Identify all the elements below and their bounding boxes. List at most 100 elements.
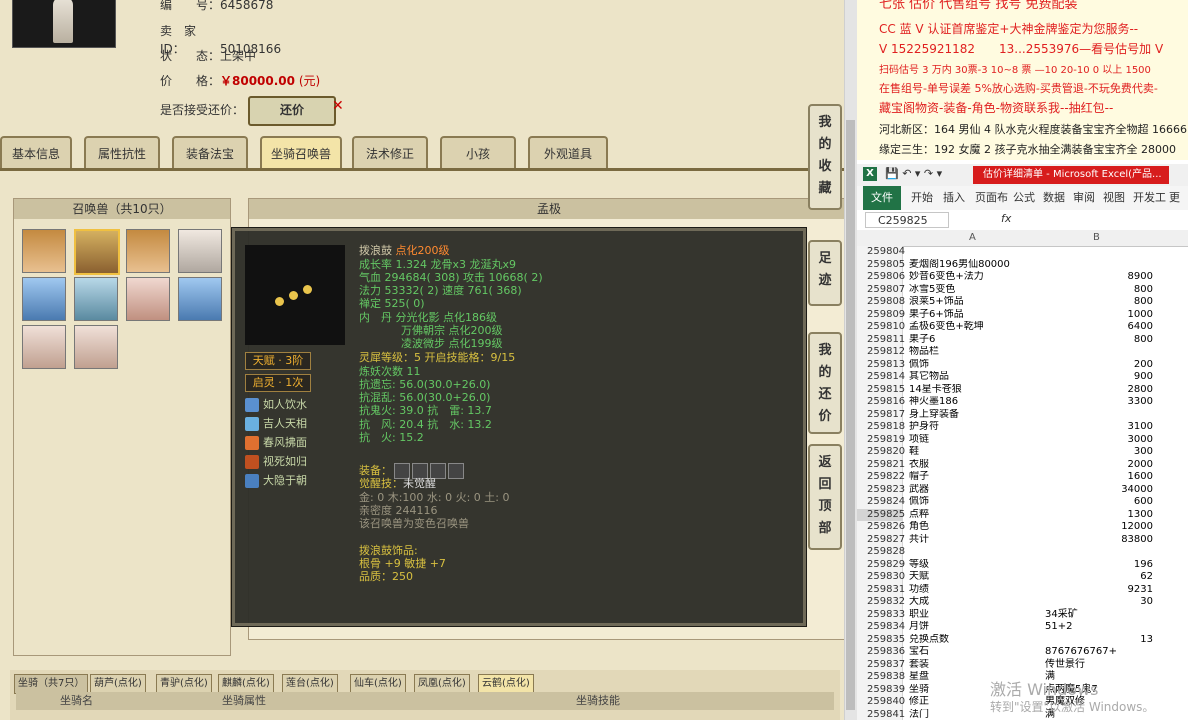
tab-attributes[interactable]: 属性抗性 (84, 136, 160, 170)
sheet-row[interactable]: 259824 佩饰 600 (857, 496, 1188, 509)
mount-tab[interactable]: 葫芦(点化) (90, 674, 146, 694)
skill-item[interactable]: 视死如归 (245, 454, 307, 470)
row-number[interactable]: 259808 (857, 296, 905, 309)
pet-thumb[interactable] (74, 325, 118, 369)
sheet-row[interactable]: 259805 麦烟阁196男仙80000 (857, 258, 1188, 271)
sheet-row[interactable]: 259815 14星卡苍狼 2800 (857, 383, 1188, 396)
sheet-row[interactable]: 259806 妙音6变色+法力 8900 (857, 271, 1188, 284)
pet-thumb[interactable] (22, 229, 66, 273)
cell-b[interactable]: 300 (1043, 446, 1153, 458)
row-number[interactable]: 259812 (857, 346, 905, 359)
row-number[interactable]: 259805 (857, 258, 905, 271)
row-number[interactable]: 259823 (857, 483, 905, 496)
cell-a[interactable]: 共计 (909, 534, 1039, 546)
mount-tab[interactable]: 莲台(点化) (282, 674, 338, 694)
row-number[interactable]: 259828 (857, 546, 905, 559)
sheet-row[interactable]: 259807 冰雪5变色 800 (857, 283, 1188, 296)
row-number[interactable]: 259821 (857, 458, 905, 471)
row-number[interactable]: 259825 (857, 508, 905, 521)
row-number[interactable]: 259816 (857, 396, 905, 409)
scrollbar-thumb[interactable] (846, 120, 855, 710)
sheet-row[interactable]: 259819 项链 3000 (857, 433, 1188, 446)
counter-offer-button[interactable]: 还价 (248, 96, 336, 126)
sheet-row[interactable]: 259808 浪莱5+饰品 800 (857, 296, 1188, 309)
cell-a[interactable]: 佩饰 (909, 496, 1039, 508)
ribbon-tab-more[interactable]: 更多 (1169, 186, 1188, 228)
cell-a[interactable]: 麦烟阁196男仙80000 (909, 259, 1039, 271)
row-number[interactable]: 259831 (857, 583, 905, 596)
row-number[interactable]: 259827 (857, 533, 905, 546)
sheet-row[interactable]: 259835 兑换点数 13 (857, 633, 1188, 646)
row-number[interactable]: 259832 (857, 596, 905, 609)
col-header-a[interactable]: A (969, 232, 976, 243)
cell-a[interactable]: 果子6 (909, 334, 1039, 346)
back-to-top-button[interactable]: 返回顶部 (808, 444, 842, 550)
tab-mounts-pets[interactable]: 坐骑召唤兽 (260, 136, 342, 170)
row-number[interactable]: 259829 (857, 558, 905, 571)
cell-b[interactable]: 2800 (1043, 384, 1153, 396)
sheet-row[interactable]: 259831 功绩 9231 (857, 583, 1188, 596)
tab-basic-info[interactable]: 基本信息 (0, 136, 72, 170)
cell-b[interactable]: 800 (1043, 334, 1153, 346)
cell-a[interactable]: 物品栏 (909, 346, 1039, 358)
row-number[interactable]: 259809 (857, 308, 905, 321)
cell-b[interactable]: 3000 (1043, 434, 1153, 446)
my-counteroffers-button[interactable]: 我的还价 (808, 332, 842, 434)
sheet-row[interactable]: 259823 武器 34000 (857, 483, 1188, 496)
pet-thumb[interactable] (22, 325, 66, 369)
cell-b[interactable]: 800 (1043, 284, 1153, 296)
cell-a[interactable]: 其它物品 (909, 371, 1039, 383)
cell-a[interactable]: 等级 (909, 559, 1039, 571)
tab-equipment[interactable]: 装备法宝 (172, 136, 248, 170)
sheet-row[interactable]: 259821 衣服 2000 (857, 458, 1188, 471)
cell-b[interactable]: 196 (1043, 559, 1153, 571)
cell-b[interactable]: 62 (1043, 571, 1153, 583)
cell-a[interactable]: 角色 (909, 521, 1039, 533)
cell-a[interactable]: 鞋 (909, 446, 1039, 458)
cell-b[interactable]: 2000 (1043, 459, 1153, 471)
cell-b[interactable]: 传世景行 (1045, 659, 1155, 671)
pet-thumb[interactable] (178, 277, 222, 321)
tab-spell-mods[interactable]: 法术修正 (352, 136, 428, 170)
footprint-button[interactable]: 足迹 (808, 240, 842, 306)
sheet-row[interactable]: 259822 帽子 1600 (857, 471, 1188, 484)
row-number[interactable]: 259837 (857, 658, 905, 671)
pet-thumb[interactable] (74, 277, 118, 321)
cell-a[interactable]: 妙音6变色+法力 (909, 271, 1039, 283)
mount-tab[interactable]: 青驴(点化) (156, 674, 212, 694)
cell-b[interactable]: 1600 (1043, 471, 1153, 483)
mount-tab[interactable]: 凤凰(点化) (414, 674, 470, 694)
mount-tab[interactable]: 麒麟(点化) (218, 674, 274, 694)
cell-a[interactable]: 大成 (909, 596, 1039, 608)
pet-thumb[interactable] (22, 277, 66, 321)
close-icon[interactable]: ✕ (332, 98, 344, 114)
cell-b[interactable]: 3100 (1043, 421, 1153, 433)
cell-a[interactable]: 身上穿装备 (909, 409, 1039, 421)
cell-a[interactable]: 武器 (909, 484, 1039, 496)
cell-a[interactable]: 点粹 (909, 509, 1039, 521)
cell-a[interactable]: 神火墨186 (909, 396, 1039, 408)
skill-item[interactable]: 吉人天相 (245, 416, 307, 432)
row-number[interactable]: 259822 (857, 471, 905, 484)
sheet-row[interactable]: 259809 果子6+饰品 1000 (857, 308, 1188, 321)
cell-a[interactable]: 帽子 (909, 471, 1039, 483)
row-number[interactable]: 259804 (857, 246, 905, 259)
sheet-row[interactable]: 259829 等级 196 (857, 558, 1188, 571)
sheet-row[interactable]: 259812 物品栏 (857, 346, 1188, 359)
sheet-row[interactable]: 259830 天赋 62 (857, 571, 1188, 584)
page-scrollbar[interactable] (844, 0, 857, 720)
cell-a[interactable]: 套装 (909, 659, 1039, 671)
cell-a[interactable]: 衣服 (909, 459, 1039, 471)
row-number[interactable]: 259839 (857, 683, 905, 696)
mount-tab[interactable]: 仙车(点化) (350, 674, 406, 694)
cell-a[interactable]: 项链 (909, 434, 1039, 446)
ribbon-tab-developer[interactable]: 开发工 (1133, 186, 1166, 210)
pet-thumb[interactable] (126, 229, 170, 273)
sheet-row[interactable]: 259832 大成 30 (857, 596, 1188, 609)
row-number[interactable]: 259814 (857, 371, 905, 384)
cell-a[interactable]: 浪莱5+饰品 (909, 296, 1039, 308)
mount-tab[interactable]: 云鹤(点化) (478, 674, 534, 694)
row-number[interactable]: 259830 (857, 571, 905, 584)
name-box[interactable]: C259825 (865, 212, 949, 228)
cell-b[interactable]: 13 (1043, 634, 1153, 646)
